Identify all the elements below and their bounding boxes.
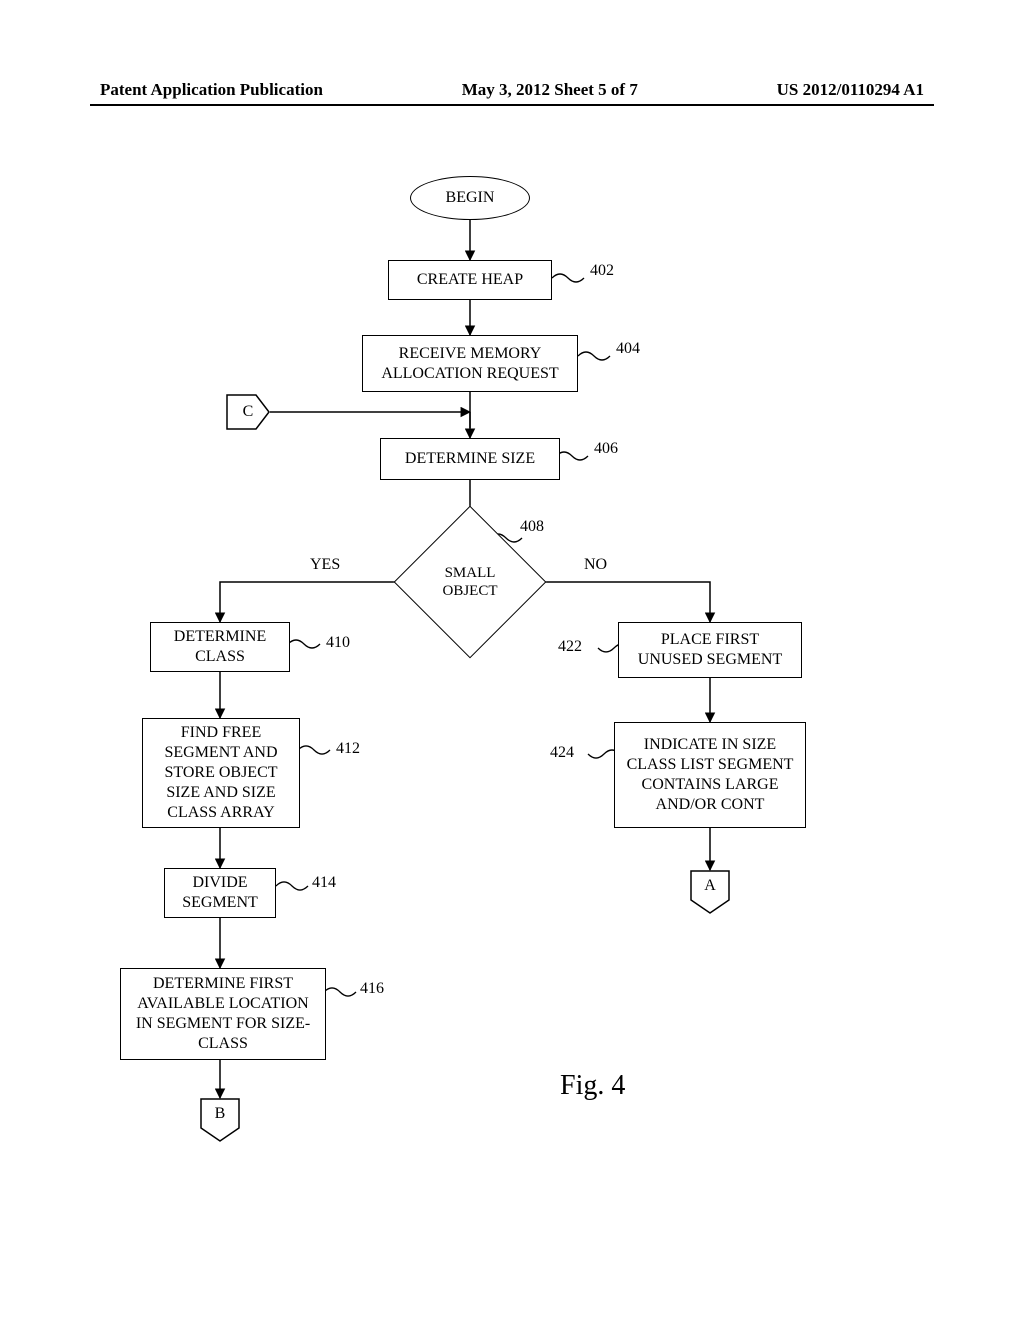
- figure-label: Fig. 4: [560, 1070, 625, 1102]
- begin-label: BEGIN: [446, 189, 495, 207]
- ref-404: 404: [616, 340, 640, 358]
- connector-a-label: A: [704, 877, 716, 895]
- indicate-size-class-label: INDICATE IN SIZE CLASS LIST SEGMENT CONT…: [623, 735, 797, 815]
- small-object-label: SMALL OBJECT: [416, 564, 524, 600]
- ref-424: 424: [550, 744, 574, 762]
- ref-408: 408: [520, 518, 544, 536]
- terminator-begin: BEGIN: [410, 176, 530, 220]
- offpage-connector-a: A: [690, 870, 730, 914]
- header-right: US 2012/0110294 A1: [777, 80, 924, 100]
- ref-406: 406: [594, 440, 618, 458]
- header-center: May 3, 2012 Sheet 5 of 7: [462, 80, 638, 100]
- find-free-segment-label: FIND FREE SEGMENT AND STORE OBJECT SIZE …: [151, 723, 291, 823]
- ref-422: 422: [558, 638, 582, 656]
- process-divide-segment: DIVIDE SEGMENT: [164, 868, 276, 918]
- ref-402: 402: [590, 262, 614, 280]
- process-indicate-size-class: INDICATE IN SIZE CLASS LIST SEGMENT CONT…: [614, 722, 806, 828]
- ref-412: 412: [336, 740, 360, 758]
- flowchart: BEGIN CREATE HEAP 402 RECEIVE MEMORY ALL…: [90, 160, 934, 1210]
- header-left: Patent Application Publication: [100, 80, 323, 100]
- connector-b-label: B: [215, 1105, 226, 1123]
- process-create-heap: CREATE HEAP: [388, 260, 552, 300]
- ref-414: 414: [312, 874, 336, 892]
- process-determine-size: DETERMINE SIZE: [380, 438, 560, 480]
- determine-first-available-label: DETERMINE FIRST AVAILABLE LOCATION IN SE…: [129, 974, 317, 1054]
- ref-416: 416: [360, 980, 384, 998]
- page-header: Patent Application Publication May 3, 20…: [0, 80, 1024, 100]
- process-find-free-segment: FIND FREE SEGMENT AND STORE OBJECT SIZE …: [142, 718, 300, 828]
- offpage-connector-b: B: [200, 1098, 240, 1142]
- place-first-unused-label: PLACE FIRST UNUSED SEGMENT: [627, 630, 793, 670]
- branch-no: NO: [584, 556, 607, 574]
- branch-yes: YES: [310, 556, 340, 574]
- receive-request-label: RECEIVE MEMORY ALLOCATION REQUEST: [371, 344, 569, 384]
- header-rule: [90, 104, 934, 106]
- process-determine-first-available: DETERMINE FIRST AVAILABLE LOCATION IN SE…: [120, 968, 326, 1060]
- create-heap-label: CREATE HEAP: [417, 270, 523, 290]
- connector-c-label: C: [243, 403, 254, 421]
- ref-410: 410: [326, 634, 350, 652]
- divide-segment-label: DIVIDE SEGMENT: [173, 873, 267, 913]
- decision-small-object: SMALL OBJECT: [416, 528, 524, 636]
- process-receive-request: RECEIVE MEMORY ALLOCATION REQUEST: [362, 335, 578, 392]
- process-place-first-unused: PLACE FIRST UNUSED SEGMENT: [618, 622, 802, 678]
- process-determine-class: DETERMINE CLASS: [150, 622, 290, 672]
- offpage-connector-c: C: [226, 394, 270, 430]
- determine-class-label: DETERMINE CLASS: [159, 627, 281, 667]
- determine-size-label: DETERMINE SIZE: [405, 449, 535, 469]
